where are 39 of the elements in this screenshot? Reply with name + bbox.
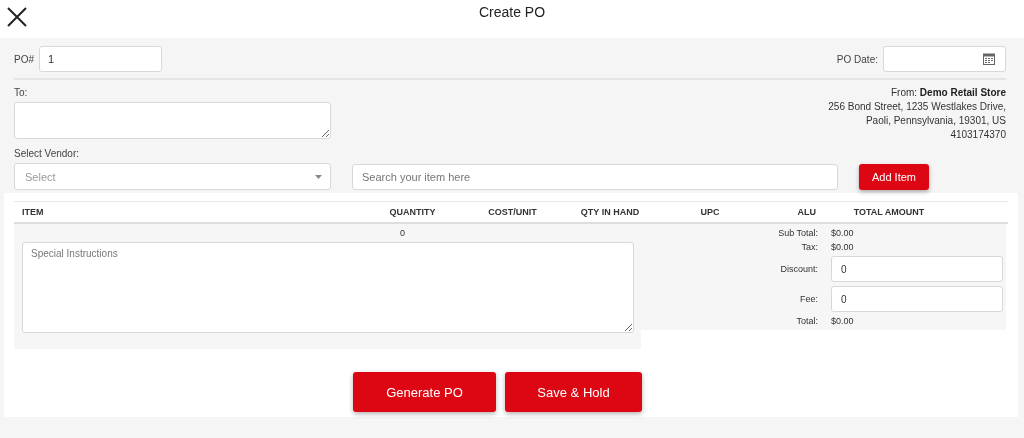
- action-button[interactable]: Save & Hold: [505, 372, 642, 412]
- dialog-title: Create PO: [478, 4, 546, 20]
- summary-value: $0.00: [831, 316, 855, 326]
- calendar-icon[interactable]: [983, 53, 995, 65]
- summary-label: Sub Total:: [777, 228, 818, 238]
- summary-value: $0.00: [831, 228, 855, 238]
- summary-value: $0.00: [831, 242, 855, 252]
- vendor-select[interactable]: Select: [14, 163, 331, 190]
- column-header: QTY IN HAND: [579, 207, 641, 217]
- column-header: ALU: [796, 207, 816, 217]
- add-item-button[interactable]: Add Item: [859, 163, 929, 190]
- close-icon[interactable]: [7, 7, 27, 27]
- summary-label: Fee:: [799, 294, 818, 304]
- address-line: 256 Bond Street, 1235 Westlakes Drive,: [828, 100, 1006, 114]
- vendor-label: Select Vendor:: [14, 148, 81, 159]
- from-store: From: Demo Retail Store: [890, 86, 1006, 100]
- to-label: To:: [14, 87, 29, 98]
- column-header: COST/UNIT: [487, 207, 538, 217]
- column-header: QUANTITY: [388, 207, 437, 217]
- po-number-field[interactable]: 1: [39, 46, 162, 72]
- summary-label: Total:: [795, 316, 818, 326]
- quantity-total: 0: [400, 228, 405, 238]
- special-instructions-field[interactable]: Special Instructions: [22, 242, 634, 333]
- item-search-field[interactable]: Search your item here: [352, 163, 838, 190]
- column-header: TOTAL AMOUNT: [852, 207, 926, 217]
- column-header: ITEM: [21, 207, 45, 217]
- po-date-field[interactable]: [883, 46, 1006, 72]
- address-line: Paoli, Pennsylvania, 19301, US: [865, 114, 1006, 128]
- caret-icon: [315, 174, 322, 179]
- to-field[interactable]: [14, 102, 331, 139]
- summary-field[interactable]: 0: [831, 256, 1003, 282]
- address-line: 4103174370: [950, 128, 1006, 142]
- po-number-label: PO#: [14, 53, 34, 65]
- action-button[interactable]: Generate PO: [353, 372, 496, 412]
- summary-field[interactable]: 0: [831, 286, 1003, 312]
- po-date-label: PO Date:: [836, 53, 878, 65]
- summary-label: Discount:: [779, 264, 818, 274]
- column-header: UPC: [699, 207, 721, 217]
- summary-label: Tax:: [800, 242, 818, 252]
